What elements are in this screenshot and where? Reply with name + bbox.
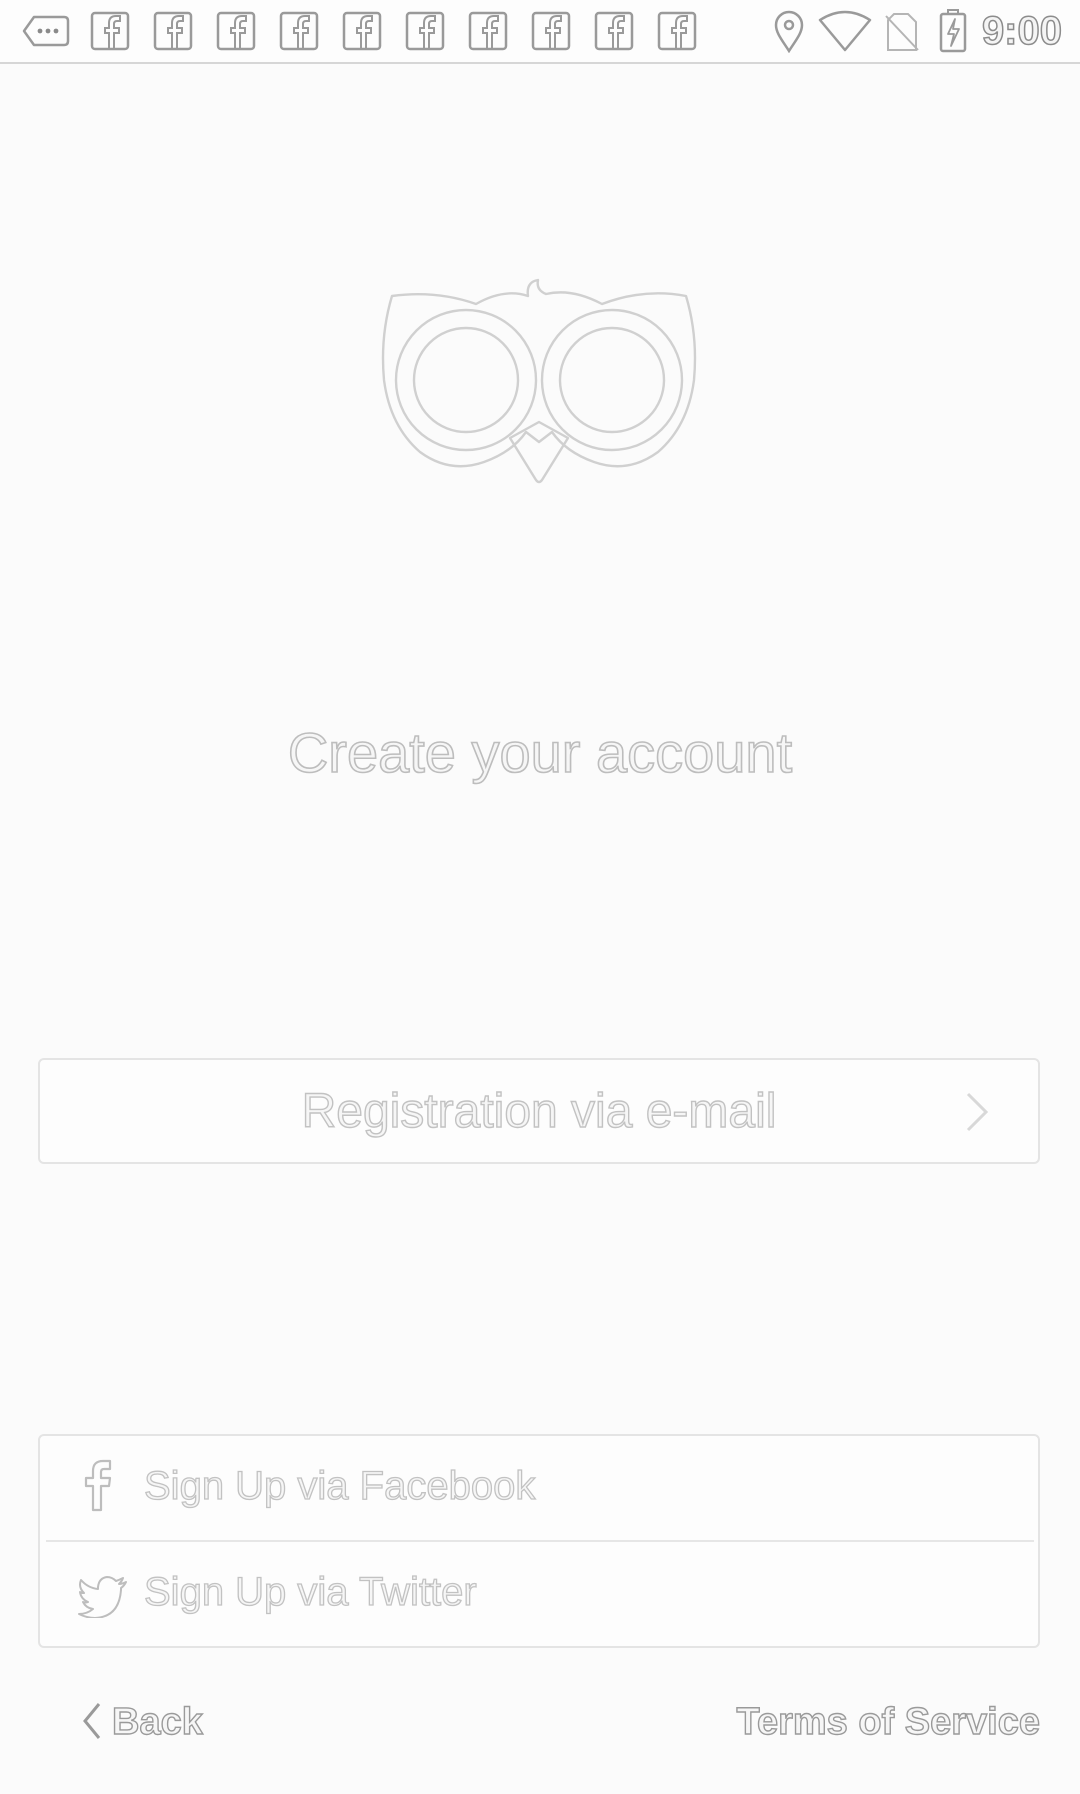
facebook-notification-icon bbox=[468, 11, 508, 51]
facebook-signup-label: Sign Up via Facebook bbox=[143, 1463, 536, 1508]
owl-logo-icon bbox=[381, 278, 697, 484]
register-email-label: Registration via e-mail bbox=[301, 1084, 777, 1138]
more-notifications-icon bbox=[22, 15, 70, 47]
terms-of-service-link[interactable]: Terms of Service bbox=[736, 1696, 1041, 1748]
chevron-right-icon bbox=[966, 1092, 989, 1132]
facebook-notification-icon bbox=[657, 11, 697, 51]
back-label: Back bbox=[111, 1700, 203, 1743]
facebook-notification-icon bbox=[594, 11, 634, 51]
facebook-notification-icon bbox=[153, 11, 193, 51]
twitter-signup-label: Sign Up via Twitter bbox=[143, 1569, 477, 1614]
facebook-signup-button[interactable]: Sign Up via Facebook bbox=[40, 1436, 1038, 1536]
facebook-notification-icon bbox=[342, 11, 382, 51]
location-icon bbox=[774, 10, 804, 53]
wifi-icon bbox=[818, 10, 872, 52]
facebook-notification-icon bbox=[216, 11, 256, 51]
page-title: Create your account bbox=[287, 720, 793, 785]
social-signup-panel: Sign Up via Facebook Sign Up via Twitter bbox=[38, 1434, 1040, 1648]
register-email-button[interactable]: Registration via e-mail bbox=[38, 1058, 1040, 1164]
facebook-notification-icon bbox=[405, 11, 445, 51]
facebook-notification-icon bbox=[279, 11, 319, 51]
no-sim-icon bbox=[885, 13, 919, 51]
facebook-icon bbox=[84, 1459, 112, 1512]
battery-charging-icon bbox=[939, 9, 967, 53]
twitter-signup-button[interactable]: Sign Up via Twitter bbox=[40, 1542, 1038, 1642]
chevron-left-icon bbox=[83, 1703, 101, 1739]
status-bar: 9:00 bbox=[0, 0, 1080, 64]
facebook-notification-icon bbox=[90, 11, 130, 51]
twitter-icon bbox=[78, 1576, 127, 1618]
facebook-notification-icon bbox=[531, 11, 571, 51]
clock-time: 9:00 bbox=[981, 8, 1063, 54]
